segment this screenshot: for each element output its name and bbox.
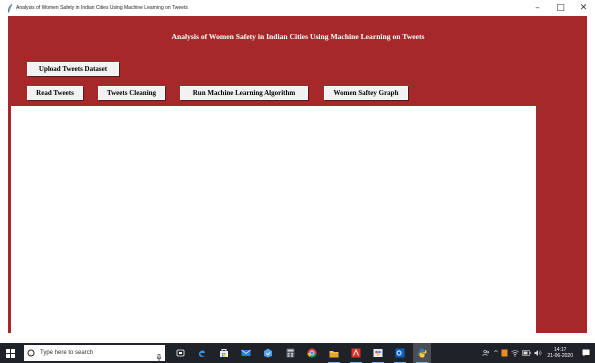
store-icon[interactable] [215, 343, 233, 363]
network-icon[interactable] [511, 343, 520, 363]
show-hidden-icons-button[interactable]: ^ [493, 343, 498, 363]
antivirus-icon[interactable] [501, 343, 508, 363]
battery-icon[interactable] [522, 343, 532, 363]
search-placeholder: Type here to search [40, 350, 94, 356]
mail-icon[interactable] [237, 343, 255, 363]
taskbar-search-box[interactable]: Type here to search [24, 345, 165, 362]
app-heading: Analysis of Women Safety in Indian Citie… [171, 32, 425, 41]
window-right-gap [587, 16, 595, 333]
outlook-icon[interactable] [391, 343, 409, 363]
tweets-cleaning-button[interactable]: Tweets Cleaning [98, 86, 165, 100]
output-text-area[interactable] [11, 106, 536, 333]
search-icon [27, 349, 35, 357]
chrome-icon[interactable] [303, 343, 321, 363]
start-button[interactable] [2, 343, 18, 363]
run-ml-algorithm-button[interactable]: Run Machine Learning Algorithm [180, 86, 308, 100]
system-tray: ^ 14:17 21-06-2020 [482, 343, 595, 363]
close-button[interactable]: ✕ [572, 0, 595, 16]
people-icon[interactable] [482, 343, 490, 363]
windows-logo-icon [5, 348, 15, 358]
taskbar: Type here to search ^ 14:17 21-06-2020 [0, 343, 595, 363]
python-icon[interactable] [413, 343, 431, 363]
screen: Analysis of Women Safety in Indian Citie… [0, 0, 595, 363]
window-title: Analysis of Women Safety in Indian Citie… [16, 5, 188, 11]
file-explorer-icon[interactable] [325, 343, 343, 363]
read-tweets-button[interactable]: Read Tweets [27, 86, 83, 100]
microphone-icon[interactable] [156, 349, 162, 362]
acrobat-icon[interactable] [347, 343, 365, 363]
clock-date: 21-06-2020 [547, 353, 573, 359]
upload-tweets-dataset-button[interactable]: Upload Tweets Dataset [27, 62, 119, 76]
feather-icon [6, 3, 13, 13]
women-safety-graph-button[interactable]: Women Saftey Graph [324, 86, 408, 100]
app-body: Analysis of Women Safety in Indian Citie… [8, 16, 588, 333]
calculator-icon[interactable] [281, 343, 299, 363]
maximize-button[interactable]: □ [549, 0, 572, 16]
paint-icon[interactable] [369, 343, 387, 363]
taskbar-pinned-apps [171, 343, 435, 363]
minimize-button[interactable]: – [526, 0, 549, 16]
window-controls: – □ ✕ [526, 0, 595, 16]
volume-icon[interactable] [534, 343, 542, 363]
photos-icon[interactable] [259, 343, 277, 363]
edge-icon[interactable] [193, 343, 211, 363]
window-title-bar[interactable]: Analysis of Women Safety in Indian Citie… [0, 0, 595, 16]
taskbar-clock[interactable]: 14:17 21-06-2020 [547, 347, 573, 359]
task-view-icon[interactable] [171, 343, 189, 363]
action-center-icon[interactable] [579, 343, 593, 363]
